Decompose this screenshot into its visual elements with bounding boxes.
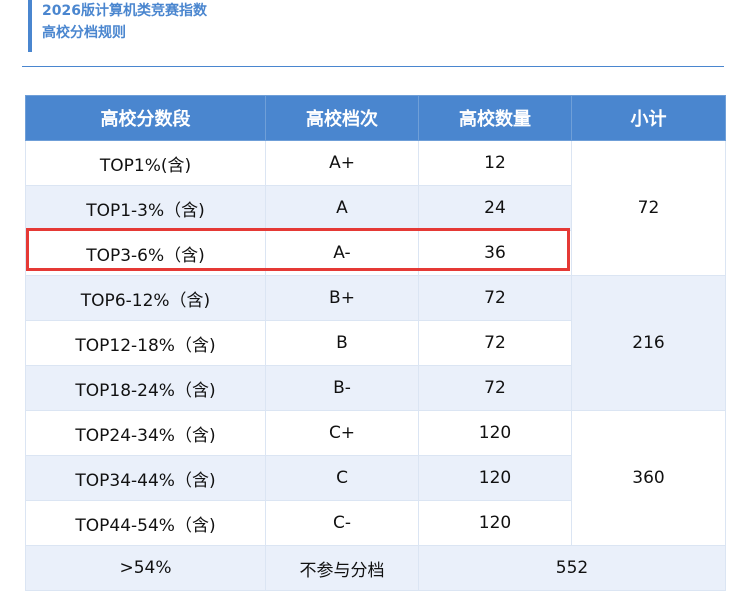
ranking-table: 高校分数段 高校档次 高校数量 小计 TOP1%(含) A+ 12 72 TOP… bbox=[25, 95, 726, 591]
cell-count: 120 bbox=[418, 500, 572, 546]
cell-grade: A- bbox=[265, 230, 419, 276]
cell-range: TOP1-3%（含) bbox=[25, 185, 266, 231]
cell-grade: C- bbox=[265, 500, 419, 546]
cell-range: >54% bbox=[25, 545, 266, 591]
cell-count: 72 bbox=[418, 275, 572, 321]
cell-count: 72 bbox=[418, 365, 572, 411]
cell-subtotal: 216 bbox=[571, 275, 726, 411]
cell-range: TOP44-54%（含) bbox=[25, 500, 266, 546]
header-subtitle: 高校分档规则 bbox=[42, 25, 126, 41]
cell-count: 552 bbox=[418, 545, 726, 591]
header-grade: 高校档次 bbox=[265, 95, 419, 141]
cell-range: TOP12-18%（含) bbox=[25, 320, 266, 366]
cell-grade: B- bbox=[265, 365, 419, 411]
cell-range: TOP3-6%（含) bbox=[25, 230, 266, 276]
cell-range: TOP34-44%（含) bbox=[25, 455, 266, 501]
cell-count: 24 bbox=[418, 185, 572, 231]
header-title: 2026版计算机类竞赛指数 bbox=[42, 3, 207, 19]
header-divider bbox=[22, 66, 724, 67]
cell-range: TOP18-24%（含) bbox=[25, 365, 266, 411]
table-row: TOP24-34%（含) C+ 120 360 bbox=[25, 410, 726, 546]
cell-range: TOP6-12%（含) bbox=[25, 275, 266, 321]
page-header: 2026版计算机类竞赛指数 高校分档规则 bbox=[28, 0, 207, 52]
cell-count: 12 bbox=[418, 140, 572, 186]
cell-range: TOP1%(含) bbox=[25, 140, 266, 186]
table-header-row: 高校分数段 高校档次 高校数量 小计 bbox=[25, 95, 726, 141]
cell-range: TOP24-34%（含) bbox=[25, 410, 266, 456]
table-row: TOP6-12%（含) B+ 72 216 bbox=[25, 275, 726, 411]
cell-grade: C+ bbox=[265, 410, 419, 456]
cell-grade: A bbox=[265, 185, 419, 231]
cell-subtotal: 360 bbox=[571, 410, 726, 546]
header-range: 高校分数段 bbox=[25, 95, 266, 141]
cell-count: 120 bbox=[418, 410, 572, 456]
cell-grade: B bbox=[265, 320, 419, 366]
cell-count: 120 bbox=[418, 455, 572, 501]
cell-count: 36 bbox=[418, 230, 572, 276]
header-subtotal: 小计 bbox=[571, 95, 726, 141]
cell-subtotal: 72 bbox=[571, 140, 726, 276]
cell-grade: B+ bbox=[265, 275, 419, 321]
cell-grade: 不参与分档 bbox=[265, 545, 419, 591]
table-row: TOP1%(含) A+ 12 72 bbox=[25, 140, 726, 276]
cell-count: 72 bbox=[418, 320, 572, 366]
table-row-unranked: >54% 不参与分档 552 bbox=[25, 545, 726, 591]
cell-grade: C bbox=[265, 455, 419, 501]
header-count: 高校数量 bbox=[418, 95, 572, 141]
cell-grade: A+ bbox=[265, 140, 419, 186]
